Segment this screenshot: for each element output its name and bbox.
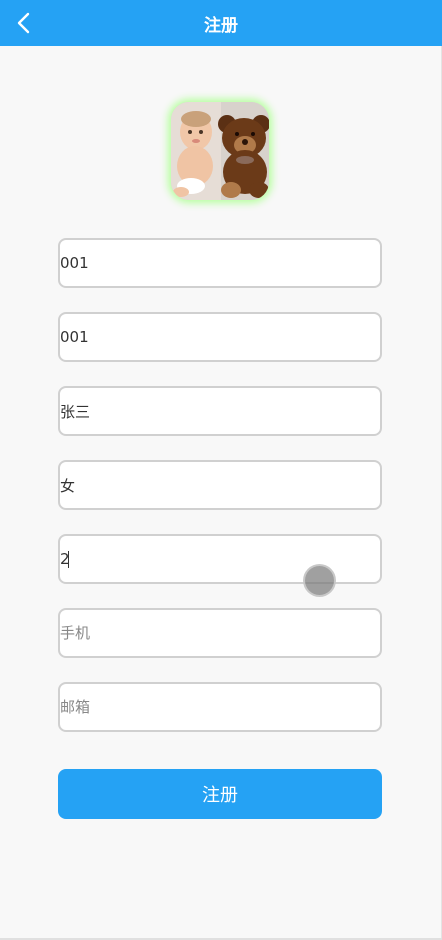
avatar-image (171, 102, 269, 200)
header-bar: 注册 (0, 0, 442, 46)
email-field[interactable] (58, 682, 382, 732)
phone-field[interactable] (58, 608, 382, 658)
back-button[interactable] (8, 7, 40, 39)
password-field[interactable] (58, 312, 382, 362)
page-title: 注册 (204, 15, 238, 36)
name-input[interactable] (60, 388, 380, 434)
gender-input[interactable] (60, 462, 380, 508)
register-button[interactable]: 注册 (58, 769, 382, 819)
touch-indicator (303, 564, 336, 597)
chevron-left-icon (17, 12, 30, 34)
email-input[interactable] (60, 684, 380, 730)
name-field[interactable] (58, 386, 382, 436)
account-field[interactable] (58, 238, 382, 288)
gender-field[interactable] (58, 460, 382, 510)
text-caret (68, 551, 69, 568)
account-input[interactable] (60, 240, 380, 286)
avatar[interactable] (171, 102, 269, 200)
phone-input[interactable] (60, 610, 380, 656)
password-input[interactable] (60, 314, 380, 360)
